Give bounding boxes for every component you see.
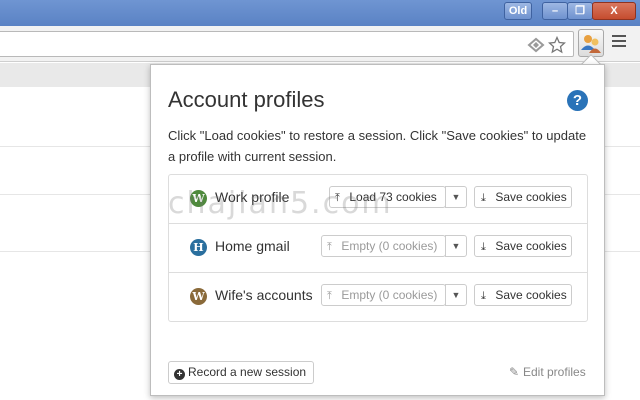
close-button[interactable]: X xyxy=(592,2,636,20)
caret-down-icon: ▼ xyxy=(451,241,461,251)
account-profiles-icon[interactable] xyxy=(578,29,604,57)
profile-name: Home gmail xyxy=(215,238,290,254)
window-titlebar: Old – ❐ X xyxy=(0,0,640,26)
record-label: Record a new session xyxy=(188,365,307,379)
profile-name: Work profile xyxy=(215,189,290,205)
old-button[interactable]: Old xyxy=(504,2,532,20)
edit-profiles-label: Edit profiles xyxy=(523,365,586,379)
load-cookies-label: Empty (0 cookies) xyxy=(341,288,438,302)
caret-down-icon: ▼ xyxy=(451,290,461,300)
restore-button[interactable]: ❐ xyxy=(567,2,593,20)
record-new-session-button[interactable]: + Record a new session xyxy=(168,361,314,384)
caret-down-icon: ▼ xyxy=(451,192,461,202)
download-icon: ⤓ xyxy=(481,241,486,253)
account-profiles-popup: Account profiles ? Click "Load cookies" … xyxy=(150,64,605,396)
profile-name: Wife's accounts xyxy=(215,287,313,303)
popup-description: Click "Load cookies" to restore a sessio… xyxy=(168,128,587,164)
profile-row: W Wife's accounts ⤒ Empty (0 cookies) ▼ … xyxy=(169,273,587,322)
save-cookies-label: Save cookies xyxy=(495,190,567,204)
download-icon: ⤓ xyxy=(481,290,486,302)
help-icon[interactable]: ? xyxy=(567,90,588,111)
profile-avatar-icon: W xyxy=(190,288,207,305)
popup-title: Account profiles xyxy=(168,87,325,112)
profile-avatar-icon: W xyxy=(190,190,207,207)
load-options-dropdown[interactable]: ▼ xyxy=(445,186,467,208)
browser-toolbar xyxy=(0,26,640,62)
menu-icon[interactable] xyxy=(612,35,626,49)
upload-icon: ⤒ xyxy=(327,241,332,253)
load-cookies-button[interactable]: ⤒ Empty (0 cookies) xyxy=(321,284,446,306)
save-cookies-button[interactable]: ⤓ Save cookies xyxy=(474,186,572,208)
load-cookies-label: Load 73 cookies xyxy=(349,190,437,204)
edit-icon: ✎ xyxy=(509,365,520,379)
load-options-dropdown[interactable]: ▼ xyxy=(445,284,467,306)
save-cookies-label: Save cookies xyxy=(495,288,567,302)
save-cookies-label: Save cookies xyxy=(495,239,567,253)
profile-avatar-icon: H xyxy=(190,239,207,256)
address-bar[interactable] xyxy=(0,31,574,57)
reader-mode-icon[interactable] xyxy=(527,36,545,54)
profile-list: W Work profile ⤒ Load 73 cookies ▼ ⤓ Sav… xyxy=(168,174,588,322)
load-cookies-button[interactable]: ⤒ Empty (0 cookies) xyxy=(321,235,446,257)
minimize-button[interactable]: – xyxy=(542,2,568,20)
profile-row: H Home gmail ⤒ Empty (0 cookies) ▼ ⤓ Sav… xyxy=(169,224,587,273)
upload-icon: ⤒ xyxy=(335,192,340,204)
plus-circle-icon: + xyxy=(174,369,185,380)
save-cookies-button[interactable]: ⤓ Save cookies xyxy=(474,235,572,257)
save-cookies-button[interactable]: ⤓ Save cookies xyxy=(474,284,572,306)
profile-row: W Work profile ⤒ Load 73 cookies ▼ ⤓ Sav… xyxy=(169,175,587,224)
load-options-dropdown[interactable]: ▼ xyxy=(445,235,467,257)
load-cookies-button[interactable]: ⤒ Load 73 cookies xyxy=(329,186,446,208)
load-cookies-label: Empty (0 cookies) xyxy=(341,239,438,253)
download-icon: ⤓ xyxy=(481,192,486,204)
upload-icon: ⤒ xyxy=(327,290,332,302)
edit-profiles-link[interactable]: ✎ Edit profiles xyxy=(509,365,586,379)
star-icon[interactable] xyxy=(547,35,567,54)
